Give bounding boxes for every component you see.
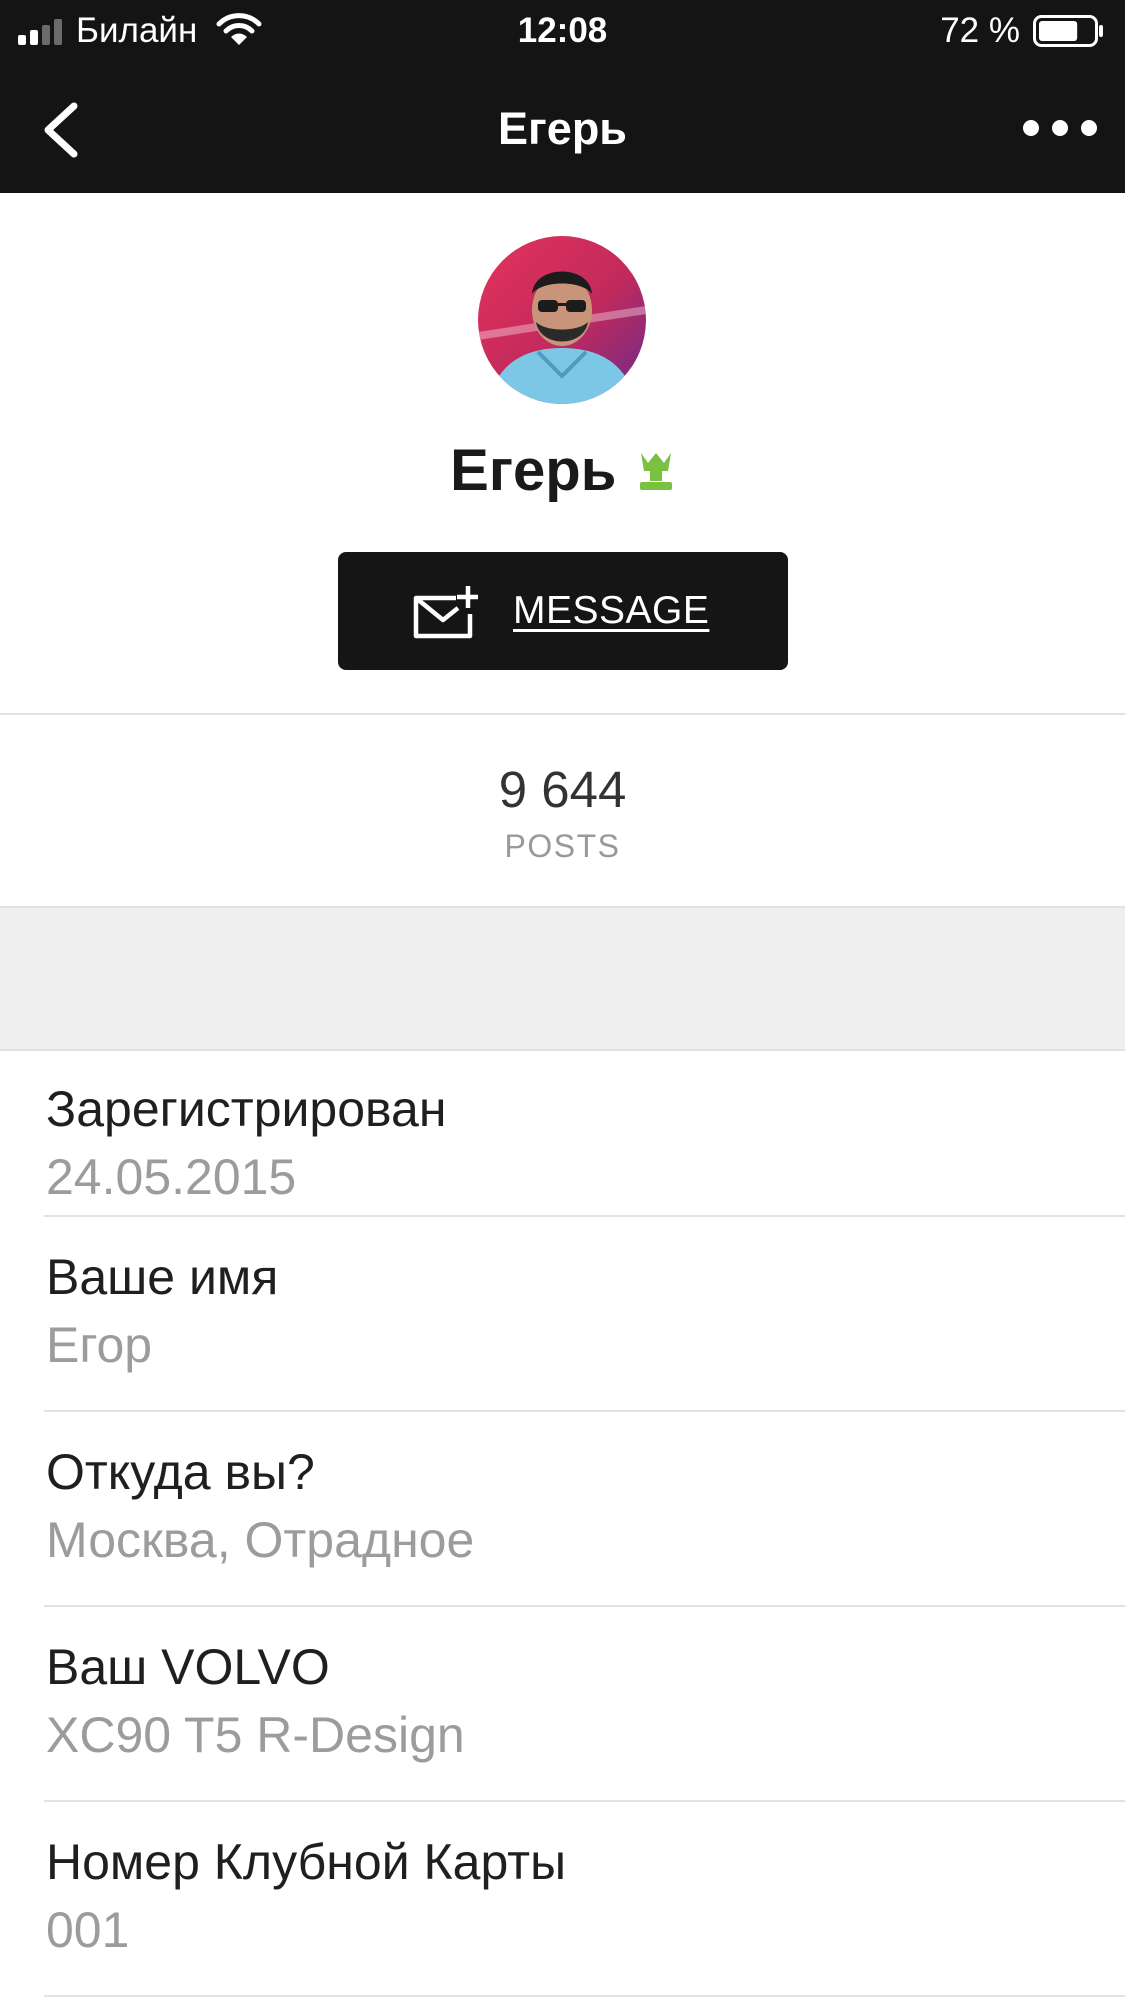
field-value: Москва, Отрадное [46,1512,475,1568]
field-row-registered: Зарегистрирован 24.05.2015 [0,1049,1125,1217]
profile-header: Егерь MESSAGE [0,193,1125,713]
posts-stat[interactable]: 9 644 POSTS [0,715,1125,905]
field-label: Номер Клубной Карты [46,1834,567,1890]
compose-mail-icon [413,586,478,639]
battery-percent: 72 % [940,11,1020,50]
field-value: Егор [46,1317,153,1373]
posts-count: 9 644 [498,761,627,818]
avatar[interactable] [478,236,646,404]
field-label: Зарегистрирован [46,1081,447,1137]
status-bar: Билайн 12:08 72 % [0,0,1125,64]
battery-icon [1033,15,1103,47]
profile-name-row: Егерь [0,436,1125,506]
message-button[interactable]: MESSAGE [338,552,788,670]
more-options-button[interactable] [1017,100,1103,156]
section-separator [0,906,1125,1051]
more-dots-icon [1023,120,1097,136]
field-value: 24.05.2015 [46,1149,297,1205]
field-value: 001 [46,1902,130,1958]
field-row-club-card: Номер Клубной Карты 001 [0,1802,1125,1997]
field-row-volvo: Ваш VOLVO XC90 T5 R-Design [0,1607,1125,1802]
nav-bar: Егерь [0,64,1125,193]
field-label: Ваше имя [46,1249,279,1305]
posts-label: POSTS [504,828,621,864]
field-label: Откуда вы? [46,1444,315,1500]
nav-title: Егерь [498,103,627,154]
field-divider [44,1995,1125,1997]
field-label: Ваш VOLVO [46,1639,330,1695]
field-row-name: Ваше имя Егор [0,1217,1125,1412]
profile-name: Егерь [450,438,617,503]
message-button-label: MESSAGE [513,589,710,632]
field-row-location: Откуда вы? Москва, Отрадное [0,1412,1125,1607]
field-value: XC90 T5 R-Design [46,1707,465,1763]
profile-fields: Зарегистрирован 24.05.2015 Ваше имя Егор… [0,1049,1125,2001]
crown-rank-icon [639,453,672,490]
